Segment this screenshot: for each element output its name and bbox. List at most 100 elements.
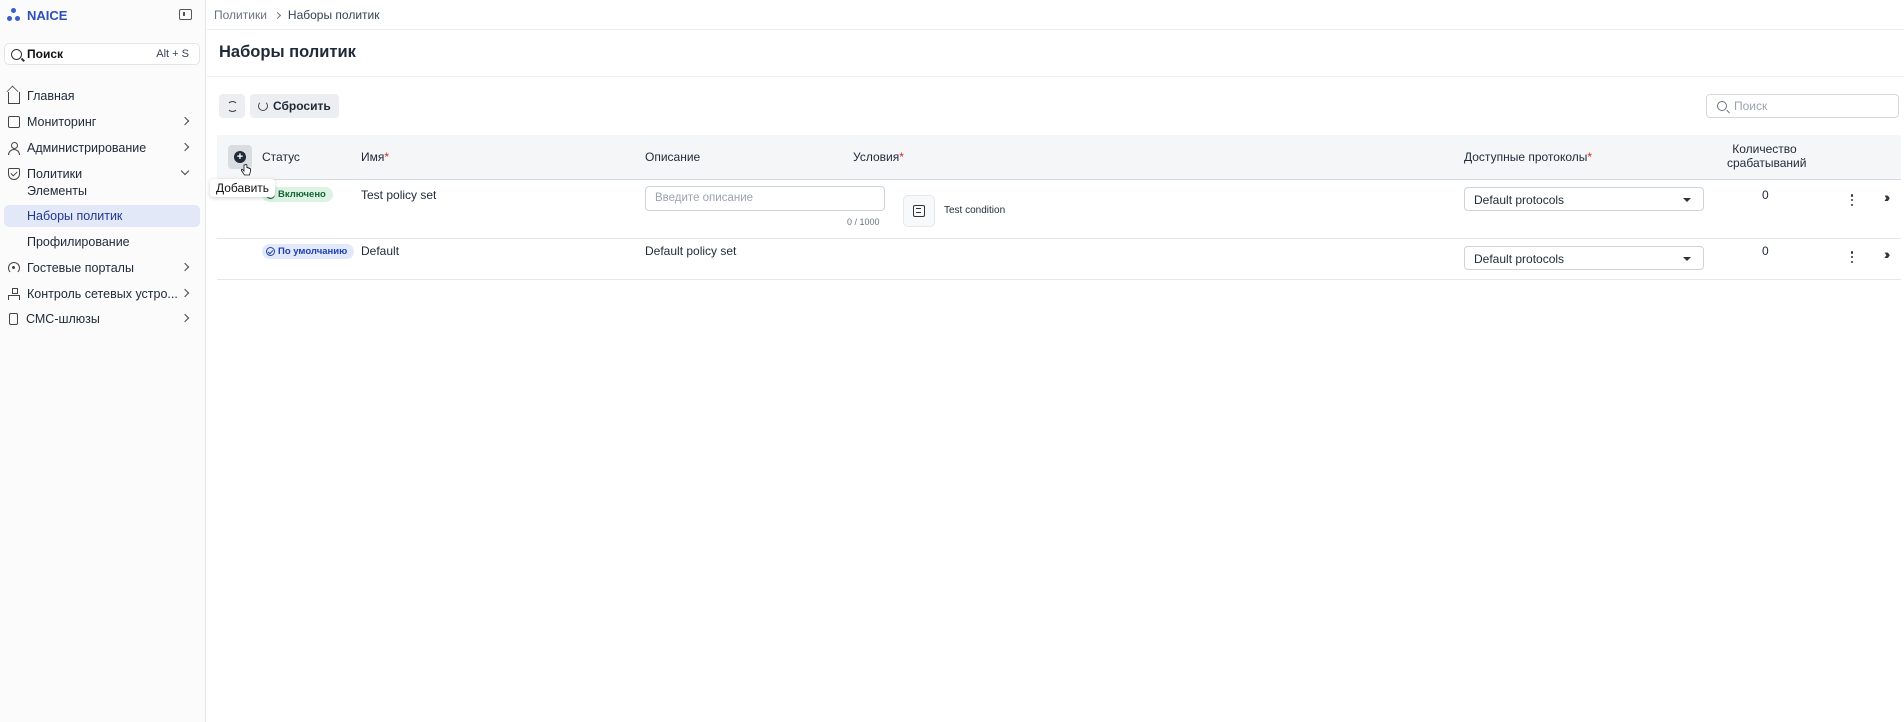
sidebar-item-policy-sets[interactable]: Наборы политик <box>4 205 200 227</box>
sidebar-item-label: Наборы политик <box>27 209 123 223</box>
network-icon <box>8 288 20 300</box>
table-row[interactable]: Включено Test policy set Введите описани… <box>217 181 1901 239</box>
protocols-select-value: Default protocols <box>1474 193 1565 207</box>
column-trigger-count[interactable]: Количество срабатываний <box>1727 142 1807 170</box>
row-name[interactable]: Default <box>361 244 399 258</box>
add-tooltip: Добавить <box>210 179 276 197</box>
shield-icon <box>8 168 20 180</box>
sidebar-item-home[interactable]: Главная <box>0 85 200 107</box>
sidebar-item-monitoring[interactable]: Мониторинг <box>0 111 200 133</box>
search-icon <box>1717 101 1727 111</box>
main-content: Политики Наборы политик Наборы политик С… <box>207 0 1904 722</box>
column-name[interactable]: Имя* <box>361 150 389 164</box>
description-field[interactable]: Введите описание <box>645 186 885 211</box>
monitor-icon <box>8 116 20 128</box>
reset-label: Сбросить <box>273 99 331 113</box>
search-shortcut: Alt + S <box>156 48 189 60</box>
search-label: Поиск <box>27 47 64 61</box>
required-mark: * <box>384 150 390 164</box>
chevron-right-icon <box>180 116 190 126</box>
refresh-button[interactable] <box>219 94 245 118</box>
sidebar-item-label: Контроль сетевых устро... <box>27 287 178 301</box>
table-row[interactable]: По умолчанию Default Default policy set … <box>217 240 1901 280</box>
chevron-down-icon <box>180 166 190 176</box>
sidebar-collapse-icon[interactable] <box>179 9 192 20</box>
chevron-right-icon <box>180 262 190 272</box>
sidebar-item-administration[interactable]: Администрирование <box>0 137 200 159</box>
required-mark: * <box>1587 150 1593 164</box>
column-conditions-label: Условия <box>853 150 900 164</box>
naice-logo-icon <box>7 8 21 22</box>
chevron-right-icon <box>273 11 281 19</box>
sidebar-item-label: Элементы <box>27 184 87 198</box>
trigger-count: 0 <box>1762 244 1769 258</box>
column-protocols-label: Доступные протоколы <box>1464 150 1588 164</box>
caret-down-icon <box>1683 198 1691 202</box>
hand-cursor-icon <box>241 164 251 176</box>
sidebar-item-label: Гостевые порталы <box>27 261 134 275</box>
sidebar-item-elements[interactable]: Элементы <box>4 180 200 202</box>
brand[interactable]: NAICE <box>7 6 67 24</box>
page-title: Наборы политик <box>219 43 356 61</box>
sidebar-item-label: СМС-шлюзы <box>26 312 100 326</box>
condition-button[interactable] <box>903 195 935 227</box>
breadcrumb-parent[interactable]: Политики <box>214 8 267 22</box>
reset-button[interactable]: Сбросить <box>250 94 339 118</box>
home-icon <box>8 92 20 104</box>
chevron-right-icon <box>180 313 190 323</box>
sidebar-item-label: Администрирование <box>27 141 147 155</box>
sidebar-item-label: Мониторинг <box>27 115 97 129</box>
description-counter: 0 / 1000 <box>847 217 880 227</box>
column-name-label: Имя <box>361 150 385 164</box>
required-mark: * <box>899 150 904 164</box>
column-count-line1: Количество <box>1732 142 1797 156</box>
sidebar: NAICE Поиск Alt + S Главная Мониторинг А… <box>0 0 206 722</box>
status-badge: По умолчанию <box>262 244 355 259</box>
column-count-line2: срабатываний <box>1727 156 1807 170</box>
user-icon <box>8 142 20 155</box>
protocols-select[interactable]: Default protocols <box>1464 246 1704 270</box>
expand-row-icon[interactable]: ›› <box>1884 246 1891 262</box>
search-icon <box>11 48 22 60</box>
protocols-select[interactable]: Default protocols <box>1464 187 1704 211</box>
plus-circle-icon: + <box>234 151 246 163</box>
sidebar-item-label: Профилирование <box>27 235 130 249</box>
sidebar-item-guest-portals[interactable]: Гостевые порталы <box>0 257 200 279</box>
check-circle-icon <box>266 247 275 256</box>
sidebar-item-network-device-control[interactable]: Контроль сетевых устро... <box>0 283 200 305</box>
row-description: Default policy set <box>645 244 737 258</box>
global-search[interactable]: Поиск Alt + S <box>4 43 200 65</box>
more-actions-icon[interactable] <box>1846 193 1858 207</box>
sidebar-item-label: Политики <box>27 167 83 181</box>
row-name[interactable]: Test policy set <box>361 188 436 202</box>
column-conditions[interactable]: Условия* <box>853 150 904 164</box>
table-search[interactable] <box>1706 94 1899 118</box>
condition-label: Test condition <box>944 205 1006 216</box>
sidebar-item-label: Главная <box>27 89 75 103</box>
table-search-input[interactable] <box>1734 99 1884 113</box>
breadcrumb-current: Наборы политик <box>287 8 380 22</box>
divider <box>207 76 1904 77</box>
breadcrumb: Политики Наборы политик <box>214 8 380 22</box>
sidebar-item-profiling[interactable]: Профилирование <box>4 231 200 253</box>
phone-icon <box>9 313 18 325</box>
divider <box>207 29 1904 30</box>
list-icon <box>913 205 925 217</box>
protocols-select-value: Default protocols <box>1474 252 1565 266</box>
column-status[interactable]: Статус <box>262 150 300 164</box>
table-header: + Статус Имя* Описание Условия* Доступны… <box>217 135 1901 180</box>
wifi-icon <box>8 262 20 274</box>
app-name: NAICE <box>27 7 68 23</box>
trigger-count: 0 <box>1762 188 1769 202</box>
status-badge-label: По умолчанию <box>278 246 348 257</box>
refresh-icon <box>226 100 238 112</box>
more-actions-icon[interactable] <box>1846 250 1858 264</box>
column-description[interactable]: Описание <box>645 150 700 164</box>
sidebar-item-sms-gateways[interactable]: СМС-шлюзы <box>0 308 200 330</box>
reset-icon <box>258 101 268 111</box>
chevron-right-icon <box>180 142 190 152</box>
column-protocols[interactable]: Доступные протоколы* <box>1464 150 1592 164</box>
chevron-right-icon <box>180 288 190 298</box>
caret-down-icon <box>1683 257 1691 261</box>
expand-row-icon[interactable]: ›› <box>1884 189 1891 205</box>
